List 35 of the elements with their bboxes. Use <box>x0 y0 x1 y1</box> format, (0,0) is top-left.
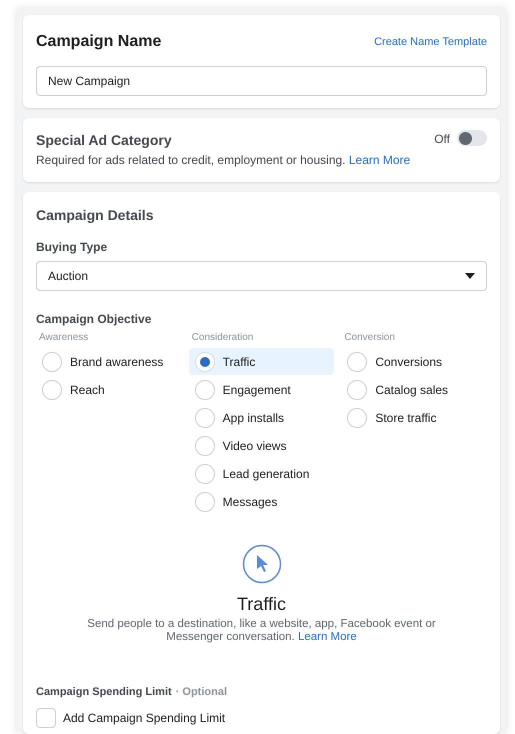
group-label: Conversion <box>343 331 396 345</box>
caret-icon <box>465 273 475 279</box>
card-title: Special Ad Category <box>36 131 173 150</box>
objective-option[interactable]: Store traffic <box>341 404 487 431</box>
group-label: Consideration <box>190 331 254 345</box>
card-title: Campaign Details <box>36 206 154 225</box>
checkbox-label: Add Campaign Spending Limit <box>63 710 226 726</box>
objective-option[interactable]: Catalog sales <box>341 376 487 403</box>
objective-option[interactable]: Engagement <box>188 376 334 403</box>
objective-option[interactable]: Conversions <box>341 348 487 375</box>
objective-description: Send people to a destination, like a website, app, Facebook event or Messenger conversation. Learn More <box>86 618 437 644</box>
objective-option[interactable]: Reach <box>36 376 182 403</box>
toggle-label: Off <box>434 131 450 148</box>
objective-option[interactable]: App installs <box>188 404 334 431</box>
special-ad-description: Required for ads related to credit, employment or housing. Learn More <box>36 152 410 169</box>
toggle-switch[interactable] <box>457 130 487 146</box>
objective-title: Traffic <box>236 593 286 616</box>
objective-option[interactable]: Brand awareness <box>36 348 182 375</box>
optional-label: · Optional <box>176 685 227 700</box>
objective-option[interactable]: Traffic <box>188 348 334 375</box>
learn-more-link[interactable]: Learn More <box>348 153 410 167</box>
objective-option[interactable]: Lead generation <box>188 460 334 487</box>
group-label: Awareness <box>38 331 90 345</box>
field-label: Buying Type <box>36 239 108 256</box>
buying-type-dropdown[interactable]: Auction <box>36 261 487 291</box>
card-title: Campaign Name <box>36 32 162 52</box>
create-name-template-link[interactable]: Create Name Template <box>374 34 487 50</box>
field-label: Campaign Objective <box>36 311 152 328</box>
learn-more-link[interactable]: Learn More <box>298 631 357 643</box>
objective-option[interactable]: Messages <box>188 488 334 515</box>
checkbox[interactable] <box>36 708 56 728</box>
cursor-icon <box>242 544 282 584</box>
field-label: Campaign Spending Limit <box>36 685 172 700</box>
campaign-name-field[interactable]: New Campaign <box>36 66 487 96</box>
objective-option[interactable]: Video views <box>188 432 334 459</box>
